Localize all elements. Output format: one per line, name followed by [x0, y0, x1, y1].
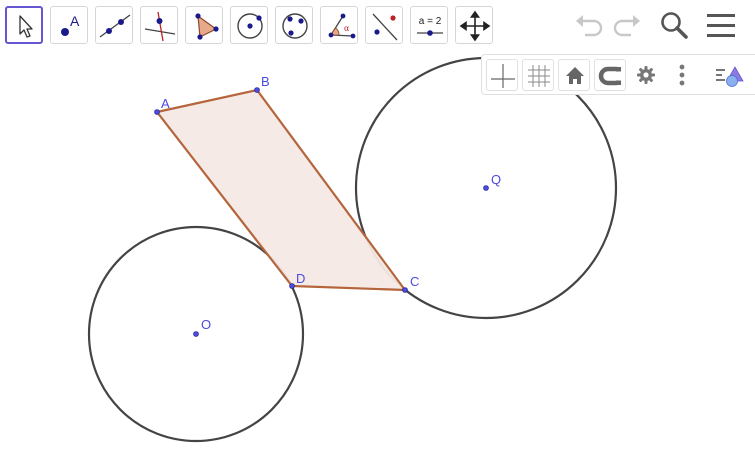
arrow-cursor-icon — [19, 15, 33, 38]
point-capturing-button[interactable] — [594, 59, 626, 91]
perpendicular-line-tool-button[interactable] — [140, 6, 178, 44]
point-b[interactable] — [254, 87, 260, 93]
undo-button[interactable] — [572, 8, 606, 42]
line-through-points-icon — [99, 14, 131, 38]
angle-tool-button[interactable]: α — [320, 6, 358, 44]
search-icon — [661, 12, 688, 39]
algebra-toggle-icon — [716, 66, 744, 87]
label-b: B — [261, 74, 270, 89]
circle-center-point-tool-button[interactable] — [230, 6, 268, 44]
toggle-axes-button[interactable] — [486, 59, 518, 91]
circle-three-points-tool-button[interactable] — [275, 6, 313, 44]
point-tool-button[interactable]: A — [50, 6, 88, 44]
point-o[interactable] — [193, 331, 199, 337]
more-options-button[interactable] — [666, 59, 698, 91]
graphics-settings-button[interactable] — [630, 59, 662, 91]
point-icon: A — [61, 13, 80, 36]
circle-center-point-icon — [237, 13, 263, 39]
move-graphics-view-icon — [459, 10, 491, 42]
standard-view-button[interactable] — [558, 59, 590, 91]
slider-tool-button[interactable]: a = 2 — [410, 6, 448, 44]
reflect-about-line-icon — [372, 13, 398, 41]
point-c[interactable] — [402, 287, 408, 293]
undo-icon — [576, 15, 603, 37]
toggle-algebra-view-button[interactable] — [714, 59, 746, 91]
main-menu-button[interactable] — [704, 8, 738, 42]
slider-icon: a = 2 — [417, 16, 443, 36]
label-q: Q — [491, 172, 501, 187]
angle-icon: α — [328, 13, 356, 39]
axes-icon — [491, 64, 515, 88]
snap-magnet-icon — [598, 66, 621, 86]
point-q[interactable] — [483, 185, 489, 191]
more-vert-icon — [679, 64, 685, 86]
polygon-icon — [195, 13, 219, 40]
reflect-tool-button[interactable] — [365, 6, 403, 44]
perpendicular-line-icon — [144, 11, 176, 42]
redo-icon — [613, 15, 640, 37]
toolbar: A α a = 2 — [0, 0, 755, 50]
move-graphics-view-tool-button[interactable] — [455, 6, 493, 44]
menu-icon — [707, 14, 735, 37]
polygon-abcd[interactable] — [155, 88, 407, 292]
circle-three-points-icon — [282, 13, 308, 39]
label-o: O — [201, 317, 211, 332]
redo-button[interactable] — [610, 8, 644, 42]
line-tool-button[interactable] — [95, 6, 133, 44]
point-d[interactable] — [289, 283, 295, 289]
label-d: D — [296, 271, 305, 286]
toggle-grid-button[interactable] — [522, 59, 554, 91]
graphics-style-bar — [481, 54, 755, 95]
label-c: C — [410, 274, 419, 289]
slider-tool-glyph: a = 2 — [419, 16, 442, 27]
label-a: A — [161, 96, 170, 111]
point-a[interactable] — [154, 109, 160, 115]
home-icon — [566, 67, 584, 84]
search-button[interactable] — [657, 8, 691, 42]
polygon-tool-button[interactable] — [185, 6, 223, 44]
move-tool-button[interactable] — [5, 6, 43, 44]
point-tool-glyph: A — [70, 13, 80, 29]
settings-gear-icon — [637, 66, 655, 84]
grid-icon — [528, 65, 550, 87]
angle-tool-glyph: α — [344, 24, 350, 33]
